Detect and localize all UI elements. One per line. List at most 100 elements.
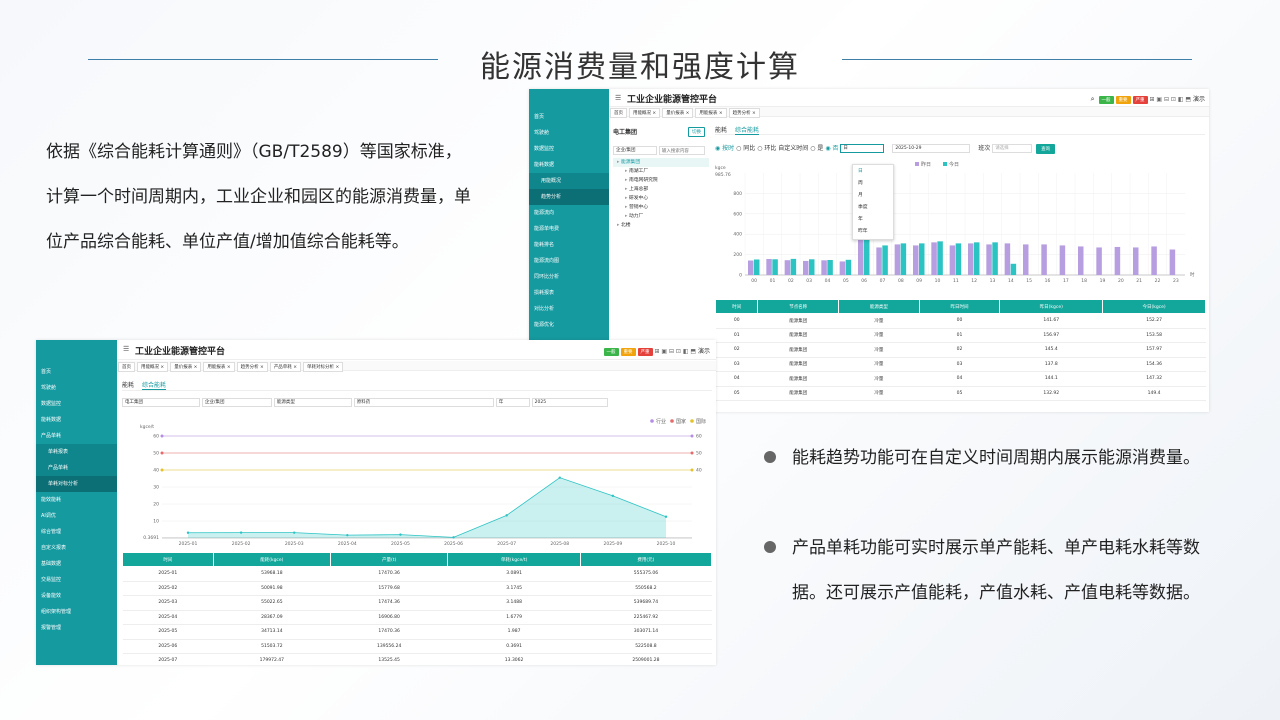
sidebar-item-13[interactable]: 交易监控 [36,572,117,588]
table-row[interactable]: 2025-04 28367.09 16906.80 1.6779 225467.92 [122,610,712,625]
tab-item-6[interactable]: 单耗对标分析 × [303,362,344,372]
sidebar-item-10[interactable]: 综合管理 [36,524,117,540]
radio-mom[interactable]: ○ 环比 [757,145,776,152]
column-header[interactable]: 节点名称 [757,299,840,314]
radio-hourly[interactable]: ◉ 按时 [715,145,734,152]
radio-yes[interactable]: ○ 是 [810,145,823,152]
radio-yoy[interactable]: ○ 同比 [736,145,755,152]
sidebar-item-10[interactable]: 同环比分析 [529,269,609,285]
table-row[interactable]: 02 能源集团 冷量 02 145.4 157.97 [715,342,1206,358]
tree-node[interactable]: ▸ 上海总部 [613,185,709,194]
tab-item-3[interactable]: 用能报表 × [695,108,727,118]
table-row[interactable]: 05 能源集团 冷量 05 132.92 149.4 [715,386,1206,401]
sidebar-item-3[interactable]: 能耗数据 [36,412,117,428]
table-row[interactable]: 00 能源集团 冷量 00 141.67 152.27 [715,313,1206,329]
tree-node[interactable]: ▸ 北楼 [613,221,709,230]
alert-badge[interactable]: 严重 [1132,96,1148,104]
dropdown-option[interactable]: 日 [853,166,893,178]
sidebar-item-3[interactable]: 能耗数据 [529,157,609,173]
tab-item-1[interactable]: 用能概况 × [629,108,661,118]
group-select[interactable]: 电工集团 [122,398,200,407]
sidebar-item-9[interactable]: AI调优 [36,508,117,524]
subtab-comprehensive[interactable]: 综合能耗 [734,127,759,135]
column-header[interactable]: 昨日(kgce) [999,299,1104,314]
sidebar-item-0[interactable]: 首页 [36,364,117,380]
sidebar-item-6[interactable]: 产品单耗 [36,460,117,476]
alert-badge[interactable]: 重要 [1115,96,1131,104]
alert-badge[interactable]: 重要 [620,348,636,356]
table-row[interactable]: 04 能源集团 冷量 04 144.1 147.32 [715,371,1206,387]
shift-select[interactable]: 请选择 [992,144,1033,153]
tree-node[interactable]: ▸ 动力厂 [613,212,709,221]
menu-icon[interactable]: ☰ [123,345,129,353]
table-row[interactable]: 2025-01 53968.18 17470.36 3.0891 555375.06 [122,566,712,582]
tree-node[interactable]: ▸ 营销中心 [613,203,709,212]
tab-item-3[interactable]: 用能报表 × [203,362,235,372]
alert-badge[interactable]: 严重 [637,348,653,356]
dropdown-option[interactable]: 年 [853,214,893,226]
tab-item-4[interactable]: 趋势分析 × [728,108,760,118]
dropdown-option[interactable]: 月 [853,190,893,202]
dropdown-option[interactable]: 周 [853,178,893,190]
column-header[interactable]: 能源类型 [838,299,920,314]
sidebar-item-5[interactable]: 单耗报表 [36,444,117,460]
dropdown-option[interactable]: 昨年 [853,226,893,238]
tab-item-5[interactable]: 产品单耗 × [269,362,302,372]
granularity-select[interactable]: 年 [495,398,530,407]
tab-item-2[interactable]: 量价报表 × [170,362,202,372]
menu-icon[interactable]: ☰ [615,94,621,102]
dropdown-option[interactable]: 季度 [853,202,893,214]
sidebar-item-13[interactable]: 能源优化 [529,317,609,333]
sidebar-item-14[interactable]: 设备能效 [36,588,117,604]
tree-node[interactable]: ▸ 南电网研究院 [613,176,709,185]
column-header[interactable]: 单耗(kgce/t) [447,552,581,567]
sidebar-item-1[interactable]: 驾驶舱 [529,125,609,141]
sidebar-item-8[interactable]: 能效能耗 [36,492,117,508]
tab-item-0[interactable]: 首页 [610,108,627,118]
toolbar-icons[interactable]: ⊞ ▣ ⊟ ⊡ ◧ ⬒ [654,348,698,355]
sidebar-item-1[interactable]: 驾驶舱 [36,380,117,396]
query-button[interactable]: 查询 [1036,144,1056,154]
tree-node[interactable]: ▸ 南湖工厂 [613,167,709,176]
year-picker[interactable]: 2025 [531,398,608,407]
sidebar-item-4[interactable]: 用能概况 [529,173,609,189]
table-row[interactable]: 2025-03 55022.65 17474.36 3.1488 539689.74 [122,595,712,611]
column-header[interactable]: 费用(元) [579,552,713,567]
radio-no[interactable]: ◉ 否 [825,145,838,152]
toolbar-icons[interactable]: ⊞ ▣ ⊟ ⊡ ◧ ⬒ [1149,96,1193,103]
tab-item-1[interactable]: 用能概况 × [137,362,169,372]
sidebar-item-0[interactable]: 首页 [529,109,609,125]
product-select[interactable]: 原料药 [353,398,494,407]
column-header[interactable]: 能耗(kgce) [212,552,332,567]
tab-item-2[interactable]: 量价报表 × [662,108,694,118]
table-row[interactable]: 2025-02 50091.98 15779.68 3.1745 550568.2 [122,581,712,596]
sidebar-item-6[interactable]: 能源流向 [529,205,609,221]
subtab-energy[interactable]: 能耗 [122,382,134,389]
sidebar-item-12[interactable]: 对比分析 [529,301,609,317]
subtab-energy[interactable]: 能耗 [715,127,727,134]
table-row[interactable]: 2025-06 51503.72 139556.24 0.3691 522508.8 [122,639,712,654]
tree-search-input[interactable] [658,146,705,155]
demo-label[interactable]: 演示 [698,348,710,355]
sidebar-item-11[interactable]: 损耗报表 [529,285,609,301]
alert-badge[interactable]: 一般 [1098,96,1114,104]
search-icon[interactable]: ⌕ [1091,95,1095,103]
org-level-select[interactable]: 企业/集团 [201,398,272,407]
demo-label[interactable]: 演示 [1193,96,1205,103]
subtab-comprehensive[interactable]: 综合能耗 [141,382,166,390]
column-header[interactable]: 今日(kgce) [1102,299,1206,314]
sidebar-item-4[interactable]: 产品单耗 [36,428,117,444]
sidebar-item-11[interactable]: 自定义报表 [36,540,117,556]
date-picker[interactable]: 2025-10-29 [892,144,971,153]
switch-button[interactable]: 切换 [688,127,705,137]
sidebar-item-15[interactable]: 组织架构管理 [36,604,117,620]
column-header[interactable]: 时间 [714,299,759,314]
column-header[interactable]: 时间 [122,552,214,567]
sidebar-item-7[interactable]: 能源单电费 [529,221,609,237]
org-select[interactable]: 企业/集团 [613,146,657,155]
sidebar-item-9[interactable]: 能源流向图 [529,253,609,269]
table-row[interactable]: 03 能源集团 冷量 03 137.8 154.36 [715,357,1206,372]
table-row[interactable]: 2025-07 179972.47 13525.45 13.3062 2509001.2… [122,653,712,665]
column-header[interactable]: 产量(t) [329,552,449,567]
table-row[interactable]: 01 能源集团 冷量 01 156.97 153.58 [715,328,1206,343]
